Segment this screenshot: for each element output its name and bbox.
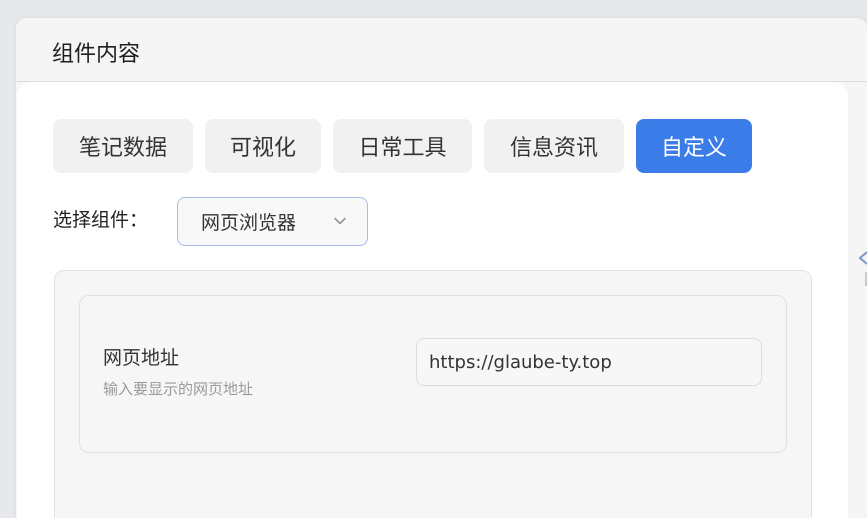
tab-custom[interactable]: 自定义: [636, 119, 752, 173]
partial-edge-icon: [858, 251, 867, 286]
url-input[interactable]: [416, 338, 762, 386]
window-title: 组件内容: [52, 42, 141, 67]
settings-panel: 网页地址 输入要显示的网页地址: [54, 270, 812, 518]
tab-notes-data[interactable]: 笔记数据: [53, 119, 193, 173]
tab-daily-tools[interactable]: 日常工具: [333, 119, 472, 173]
tab-info-news[interactable]: 信息资讯: [484, 119, 624, 173]
url-field-label: 网页地址: [103, 347, 180, 369]
component-select[interactable]: 网页浏览器: [177, 197, 368, 246]
url-field-hint: 输入要显示的网页地址: [103, 380, 254, 398]
component-content-window: 组件内容 笔记数据 可视化 日常工具 信息资讯 自定义 选择组件： 网页浏览器 …: [16, 18, 867, 518]
content-card: 笔记数据 可视化 日常工具 信息资讯 自定义 选择组件： 网页浏览器 网页地址 …: [17, 82, 848, 518]
url-setting-row: 网页地址 输入要显示的网页地址: [79, 295, 787, 453]
category-tabs: 笔记数据 可视化 日常工具 信息资讯 自定义: [53, 119, 764, 173]
chevron-down-icon: [334, 217, 346, 225]
component-select-value: 网页浏览器: [201, 212, 297, 234]
component-select-label: 选择组件：: [53, 209, 149, 231]
tab-visualization[interactable]: 可视化: [205, 119, 321, 173]
